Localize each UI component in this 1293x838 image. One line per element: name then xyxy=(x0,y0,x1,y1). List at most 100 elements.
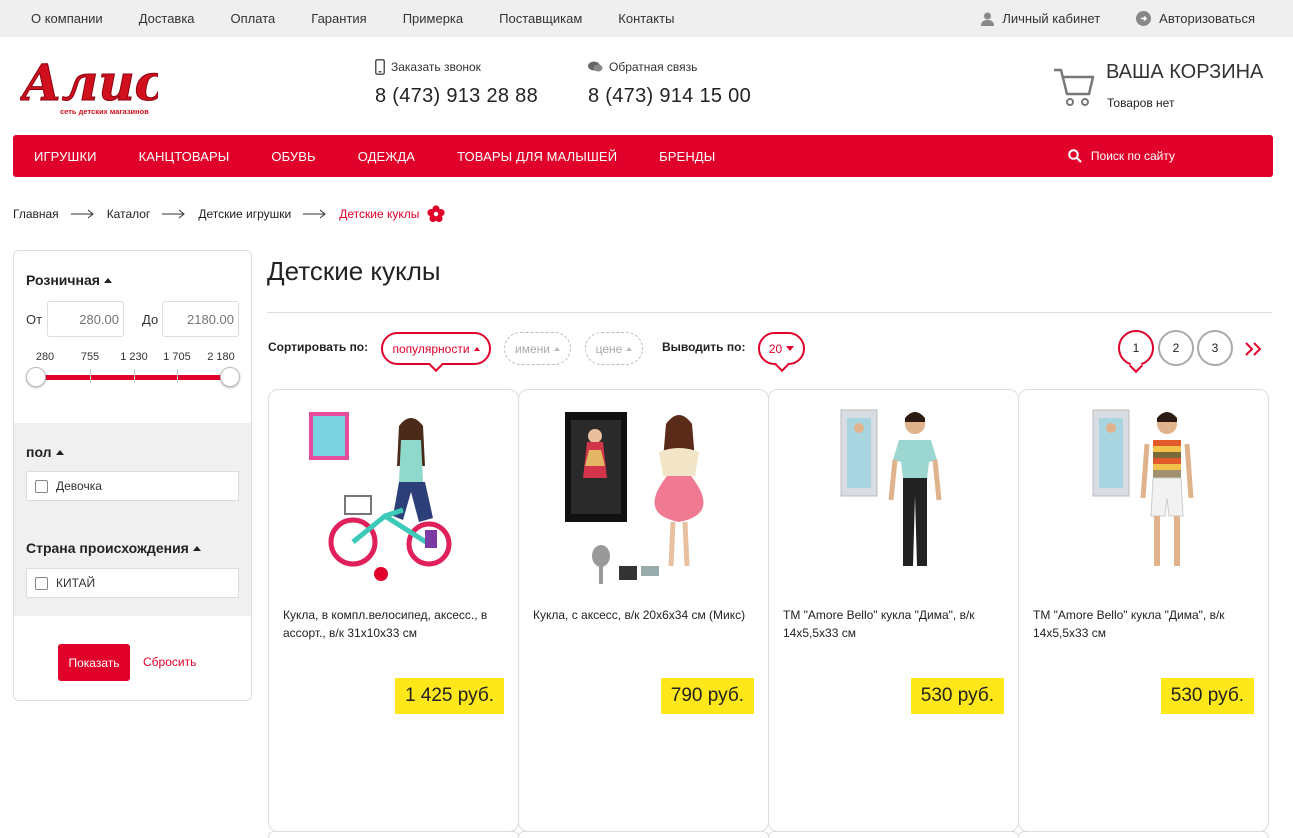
top-link-delivery[interactable]: Доставка xyxy=(139,11,195,26)
login-icon xyxy=(1136,11,1152,26)
price-from-label: От xyxy=(26,312,43,327)
cart-title: ВАША КОРЗИНА xyxy=(1106,61,1264,83)
nav-item-baby[interactable]: ТОВАРЫ ДЛЯ МАЛЫШЕЙ xyxy=(457,149,617,164)
top-link-payment[interactable]: Оплата xyxy=(231,11,276,26)
top-link-suppliers[interactable]: Поставщикам xyxy=(499,11,582,26)
callback-link[interactable]: Заказать звонок xyxy=(375,58,538,76)
triangle-up-icon xyxy=(473,346,480,351)
breadcrumb: Главная Каталог Детские игрушки Детские … xyxy=(13,204,445,224)
filter-panel: Розничная От До 280 755 1 230 1 705 2 18… xyxy=(13,250,252,701)
product-name[interactable]: ТМ "Amore Bello" кукла "Дима", в/к 14х5,… xyxy=(1033,606,1255,642)
arrow-right-icon xyxy=(70,209,94,219)
gender-filter-title: пол xyxy=(26,444,52,460)
site-search[interactable]: Поиск по сайту xyxy=(1068,135,1175,177)
sort-popularity[interactable]: популярности xyxy=(381,332,491,365)
nav-item-shoes[interactable]: ОБУВЬ xyxy=(271,149,315,164)
product-name[interactable]: ТМ "Amore Bello" кукла "Дима", в/к 14х5,… xyxy=(783,606,1005,642)
callback-phone[interactable]: 8 (473) 913 28 88 xyxy=(375,85,538,108)
product-card[interactable]: Кукла, в компл.велосипед, аксесс., в асс… xyxy=(268,389,519,832)
feedback-phone[interactable]: 8 (473) 914 15 00 xyxy=(588,85,751,108)
scale-mark xyxy=(177,369,178,383)
checkbox[interactable] xyxy=(35,479,48,493)
product-price: 530 руб. xyxy=(910,678,1004,714)
breadcrumb-kids-toys[interactable]: Детские игрушки xyxy=(198,207,291,221)
price-to-input[interactable] xyxy=(162,301,239,337)
nav-item-clothes[interactable]: ОДЕЖДА xyxy=(358,149,415,164)
cart-status: Товаров нет xyxy=(1107,96,1175,110)
chevron-down-icon xyxy=(786,346,795,351)
feedback-link[interactable]: Обратная связь xyxy=(588,58,751,76)
sort-option-label: цене xyxy=(595,341,623,356)
reset-link[interactable]: Сбросить xyxy=(143,655,196,669)
country-filter: Страна происхождения КИТАЙ xyxy=(14,519,251,616)
checkbox[interactable] xyxy=(35,576,48,590)
login-link[interactable]: Авторизоваться xyxy=(1136,11,1255,26)
callback-block: Заказать звонок 8 (473) 913 28 88 xyxy=(375,58,538,108)
show-button[interactable]: Показать xyxy=(58,644,130,681)
product-image[interactable] xyxy=(549,406,739,586)
logo-tagline: сеть детских магазинов xyxy=(60,107,149,116)
product-card[interactable]: ТМ "Amore Bello" кукла "Дима", в/к 14х5,… xyxy=(1018,389,1269,832)
phone-icon xyxy=(375,59,385,75)
product-name[interactable]: Кукла, с аксесс, в/к 20х6х34 см (Микс) xyxy=(533,606,755,624)
perpage-select[interactable]: 20 xyxy=(758,332,805,365)
top-link-fitting[interactable]: Примерка xyxy=(403,11,463,26)
arrow-right-icon xyxy=(303,209,327,219)
product-card[interactable]: ТМ "Amore Bello" кукла "Дима", в/к 14х5,… xyxy=(768,389,1019,832)
flower-icon xyxy=(427,205,445,223)
perpage-label: Выводить по: xyxy=(662,340,746,354)
gender-filter-toggle[interactable]: пол xyxy=(26,444,64,460)
page-1[interactable]: 1 xyxy=(1118,330,1154,366)
top-link-about[interactable]: О компании xyxy=(31,11,103,26)
price-slider-max-handle[interactable] xyxy=(220,367,240,387)
product-card-next-row xyxy=(518,831,769,838)
main-nav: ИГРУШКИ КАНЦТОВАРЫ ОБУВЬ ОДЕЖДА ТОВАРЫ Д… xyxy=(13,135,1273,177)
cart-widget[interactable]: ВАША КОРЗИНА Товаров нет xyxy=(1052,60,1277,116)
account-link[interactable]: Личный кабинет xyxy=(981,11,1100,26)
top-link-contacts[interactable]: Контакты xyxy=(618,11,674,26)
page-2[interactable]: 2 xyxy=(1158,330,1194,366)
filter-actions: Показать Сбросить xyxy=(14,616,251,700)
cart-icon xyxy=(1054,68,1095,106)
gender-option-girl[interactable]: Девочка xyxy=(26,471,239,501)
gender-filter: пол Девочка xyxy=(14,423,251,519)
breadcrumb-home[interactable]: Главная xyxy=(13,207,59,221)
country-filter-toggle[interactable]: Страна происхождения xyxy=(26,540,201,556)
sort-option-label: популярности xyxy=(392,341,470,356)
product-image[interactable] xyxy=(299,406,489,586)
user-icon xyxy=(981,12,995,26)
top-nav: О компании Доставка Оплата Гарантия Прим… xyxy=(31,0,710,37)
nav-item-toys[interactable]: ИГРУШКИ xyxy=(34,149,97,164)
page-3[interactable]: 3 xyxy=(1197,330,1233,366)
product-card[interactable]: Кукла, с аксесс, в/к 20х6х34 см (Микс) 7… xyxy=(518,389,769,832)
price-filter-toggle[interactable]: Розничная xyxy=(26,272,112,288)
product-image[interactable] xyxy=(799,406,989,586)
sort-price[interactable]: цене xyxy=(585,332,643,365)
nav-item-stationery[interactable]: КАНЦТОВАРЫ xyxy=(139,149,230,164)
country-option-china[interactable]: КИТАЙ xyxy=(26,568,239,598)
price-tick: 1 230 xyxy=(120,351,148,363)
top-link-warranty[interactable]: Гарантия xyxy=(311,11,366,26)
country-option-label: КИТАЙ xyxy=(56,576,96,590)
triangle-up-icon xyxy=(626,346,633,351)
breadcrumb-catalog[interactable]: Каталог xyxy=(107,207,151,221)
breadcrumb-current: Детские куклы xyxy=(339,207,420,221)
alisa-logo[interactable]: Алиса сеть детских магазинов xyxy=(20,50,158,120)
next-page-icon[interactable] xyxy=(1244,340,1264,358)
sort-name[interactable]: имени xyxy=(504,332,571,365)
price-slider-track[interactable] xyxy=(36,375,230,380)
chat-icon xyxy=(588,61,603,72)
price-from-input[interactable] xyxy=(47,301,124,337)
triangle-up-icon xyxy=(192,545,201,551)
product-image[interactable] xyxy=(1049,406,1239,586)
price-scale: 280 755 1 230 1 705 2 180 xyxy=(14,351,251,365)
feedback-block: Обратная связь 8 (473) 914 15 00 xyxy=(588,58,751,108)
account-label: Личный кабинет xyxy=(1002,11,1101,26)
scale-mark xyxy=(134,369,135,383)
product-price: 1 425 руб. xyxy=(394,678,504,714)
scale-mark xyxy=(90,369,91,383)
product-name[interactable]: Кукла, в компл.велосипед, аксесс., в асс… xyxy=(283,606,505,642)
product-card-next-row xyxy=(768,831,1019,838)
nav-item-brands[interactable]: БРЕНДЫ xyxy=(659,149,715,164)
price-slider-min-handle[interactable] xyxy=(26,367,46,387)
